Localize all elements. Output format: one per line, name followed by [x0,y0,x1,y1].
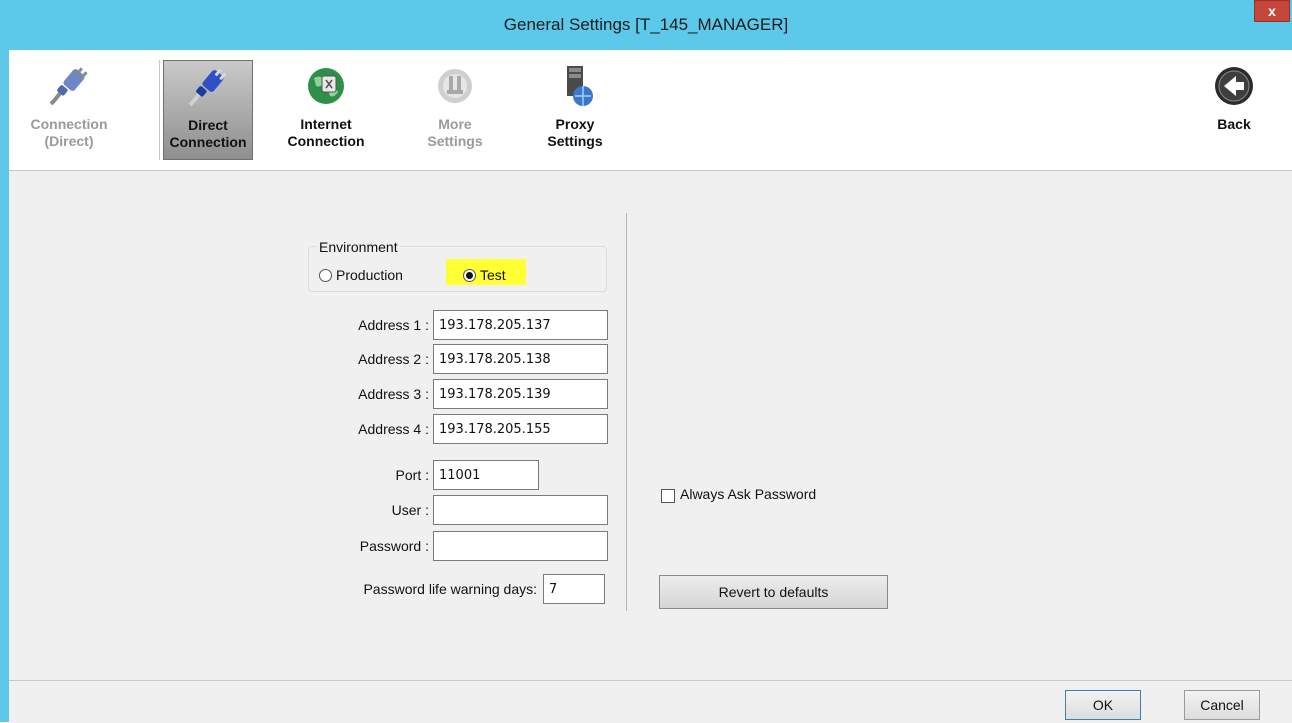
cancel-button[interactable]: Cancel [1184,690,1260,720]
address1-field[interactable] [433,310,608,340]
back-button[interactable]: Back [1194,60,1274,160]
always-ask-password-checkbox[interactable] [661,489,675,503]
password-field[interactable] [433,531,608,561]
toolbar-separator [159,60,160,160]
toolbar-label: Direct Connection [169,117,247,150]
radio-circle [319,269,332,282]
window-title: General Settings [T_145_MANAGER] [503,15,789,34]
toolbar-label: Proxy Settings [547,116,603,149]
always-ask-password-label[interactable]: Always Ask Password [680,486,816,502]
plug-icon [188,68,227,107]
production-radio-label: Production [336,267,403,283]
plug-icon [49,67,88,106]
more-settings-button[interactable]: More Settings [410,60,500,160]
address3-field[interactable] [433,379,608,409]
proxy-server-icon [567,66,593,106]
warning-days-field[interactable] [543,574,605,604]
back-arrow-icon [1215,67,1253,105]
toolbar: Connection (Direct) Direct Connection In… [9,50,1292,171]
revert-to-defaults-button[interactable]: Revert to defaults [659,575,888,609]
toolbar-label: Internet Connection [287,116,365,149]
address4-field[interactable] [433,414,608,444]
radio-circle [463,269,476,282]
warning-days-label: Password life warning days: [363,581,537,597]
proxy-settings-button[interactable]: Proxy Settings [530,60,620,160]
close-button[interactable]: x [1254,0,1290,22]
window-frame-left [0,50,9,722]
ok-button[interactable]: OK [1065,690,1141,720]
title-bar[interactable]: General Settings [T_145_MANAGER] x [0,0,1292,50]
test-radio-label: Test [480,267,506,283]
settings-content: Environment Production Test Address 1 : … [9,171,1292,679]
toolbar-label: Back [1217,116,1251,132]
address3-label: Address 3 : [358,386,429,402]
address2-field[interactable] [433,344,608,374]
vertical-separator [626,213,627,611]
address1-label: Address 1 : [358,317,429,333]
password-label: Password : [359,538,429,554]
production-radio[interactable]: Production [319,265,403,285]
port-field[interactable] [433,460,539,490]
toolbar-label: More Settings [427,116,483,149]
user-field[interactable] [433,495,608,525]
environment-group-label: Environment [317,239,400,255]
direct-connection-button[interactable]: Direct Connection [163,60,253,160]
internet-connection-button[interactable]: Internet Connection [281,60,371,160]
settings-icon [438,69,472,103]
connection-direct-button[interactable]: Connection (Direct) [24,60,114,160]
toolbar-label: Connection (Direct) [30,116,108,149]
dialog-footer: OK Cancel [9,680,1292,723]
user-label: User : [391,502,429,518]
address4-label: Address 4 : [358,421,429,437]
test-radio[interactable]: Test [463,265,506,285]
port-label: Port : [395,467,429,483]
address2-label: Address 2 : [358,351,429,367]
general-settings-window: General Settings [T_145_MANAGER] x Conne… [0,0,1292,723]
globe-icon [308,68,344,104]
